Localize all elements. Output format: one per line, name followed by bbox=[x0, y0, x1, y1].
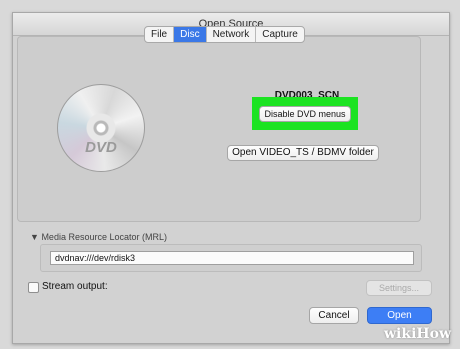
open-button[interactable]: Open bbox=[367, 307, 432, 324]
tab-file[interactable]: File bbox=[145, 27, 175, 42]
stream-output-checkbox[interactable] bbox=[28, 282, 39, 293]
mrl-section-label[interactable]: ▼ Media Resource Locator (MRL) bbox=[30, 232, 167, 242]
mrl-label-text: Media Resource Locator (MRL) bbox=[41, 232, 167, 242]
disclosure-triangle-icon[interactable]: ▼ bbox=[30, 232, 39, 242]
cancel-button[interactable]: Cancel bbox=[309, 307, 359, 324]
mrl-field[interactable]: dvdnav:///dev/rdisk3 bbox=[50, 251, 414, 265]
open-video-ts-folder-button[interactable]: Open VIDEO_TS / BDMV folder bbox=[227, 145, 379, 161]
tab-disc[interactable]: Disc bbox=[174, 27, 207, 42]
stream-output-label: Stream output: bbox=[42, 281, 108, 292]
wikihow-watermark: wikiHow bbox=[384, 326, 452, 342]
source-tabs: File Disc Network Capture bbox=[144, 26, 305, 43]
tab-network[interactable]: Network bbox=[207, 27, 257, 42]
dvd-logo-icon: DVD bbox=[85, 139, 117, 156]
tab-capture[interactable]: Capture bbox=[256, 27, 304, 42]
settings-button[interactable]: Settings... bbox=[366, 280, 432, 296]
disable-dvd-menus-button[interactable]: Disable DVD menus bbox=[259, 106, 351, 122]
